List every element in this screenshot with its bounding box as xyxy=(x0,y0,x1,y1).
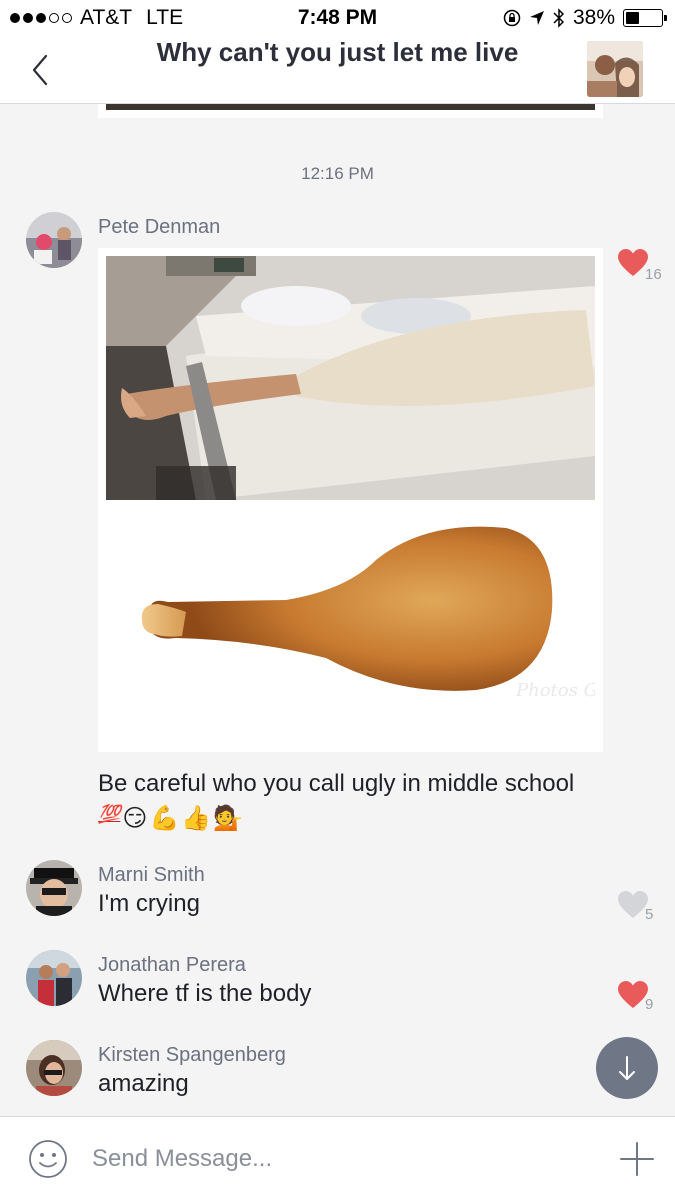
photo-chicken-drumstick: Photos Grad xyxy=(106,500,595,744)
battery-icon xyxy=(623,9,667,27)
message-item: Pete Denman Photos 16 Be careful who you… xyxy=(0,212,675,852)
sender-name: Marni Smith xyxy=(98,864,205,886)
add-attachment-button[interactable] xyxy=(619,1141,655,1177)
page-title: Why can't you just let me live xyxy=(156,37,519,67)
status-right: 38% xyxy=(503,6,667,30)
avatar[interactable] xyxy=(26,860,82,916)
message-item: Kirsten Spangenberg amazing xyxy=(0,1040,675,1116)
sender-name: Kirsten Spangenberg xyxy=(98,1044,286,1066)
avatar[interactable] xyxy=(26,1040,82,1096)
like-button[interactable]: 5 xyxy=(617,890,657,924)
battery-percent: 38% xyxy=(572,6,615,29)
emoji-button[interactable] xyxy=(28,1139,68,1179)
group-avatar[interactable] xyxy=(587,41,643,97)
like-button[interactable]: 9 xyxy=(617,980,657,1014)
message-text: amazing xyxy=(98,1070,189,1097)
message-composer xyxy=(0,1116,675,1200)
chevron-left-icon xyxy=(32,54,48,86)
message-text: I'm crying xyxy=(98,890,200,917)
svg-text:Photos Grad: Photos Grad xyxy=(515,680,595,701)
avatar-photo xyxy=(26,212,82,268)
scroll-to-bottom-button[interactable] xyxy=(596,1037,658,1099)
avatar-photo xyxy=(26,950,82,1006)
timestamp: 12:16 PM xyxy=(301,164,374,183)
status-bar: AT&T LTE 7:48 PM 38% xyxy=(0,0,675,34)
avatar-photo xyxy=(26,860,82,916)
information-desk-person-emoji: 💁 xyxy=(213,805,244,832)
hundred-points-emoji: 💯 xyxy=(98,804,121,824)
location-arrow-icon xyxy=(529,11,544,25)
message-input[interactable] xyxy=(92,1139,582,1179)
group-avatar-photo xyxy=(587,41,643,97)
shared-image[interactable]: Photos Grad xyxy=(98,248,603,752)
flexed-biceps-emoji: 💪 xyxy=(149,805,180,832)
like-button[interactable]: 16 xyxy=(617,248,662,283)
like-count: 9 xyxy=(645,996,654,1013)
smiley-icon xyxy=(29,1140,67,1178)
previous-image-fragment xyxy=(98,104,603,118)
like-count: 5 xyxy=(645,906,654,923)
bluetooth-icon xyxy=(553,8,565,28)
emoji-row: 💯 😏 💪 👍 💁 xyxy=(98,804,243,833)
avatar-photo xyxy=(26,1040,82,1096)
avatar[interactable] xyxy=(26,950,82,1006)
avatar[interactable] xyxy=(26,212,82,268)
message-text: Be careful who you call ugly in middle s… xyxy=(98,770,575,797)
message-list[interactable]: 12:16 PM Pete Denman Photos 16 Be carefu… xyxy=(0,104,675,1116)
photo-bed xyxy=(106,256,595,500)
plus-icon xyxy=(620,1142,654,1176)
back-button[interactable] xyxy=(26,52,56,88)
chat-header: Why can't you just let me live xyxy=(0,34,675,104)
arrow-down-icon xyxy=(619,1056,635,1080)
thumbs-up-emoji: 👍 xyxy=(181,805,212,832)
message-text: Where tf is the body xyxy=(98,980,312,1007)
smirk-emoji: 😏 xyxy=(122,805,148,832)
battery-fill xyxy=(626,12,639,24)
message-item: Jonathan Perera Where tf is the body 9 xyxy=(0,950,675,1030)
orientation-lock-icon xyxy=(503,9,521,27)
like-count: 16 xyxy=(645,266,662,283)
sender-name: Jonathan Perera xyxy=(98,954,246,976)
sender-name: Pete Denman xyxy=(98,216,221,238)
message-item: Marni Smith I'm crying 5 xyxy=(0,860,675,940)
watermark: Photos Grad xyxy=(515,680,595,701)
